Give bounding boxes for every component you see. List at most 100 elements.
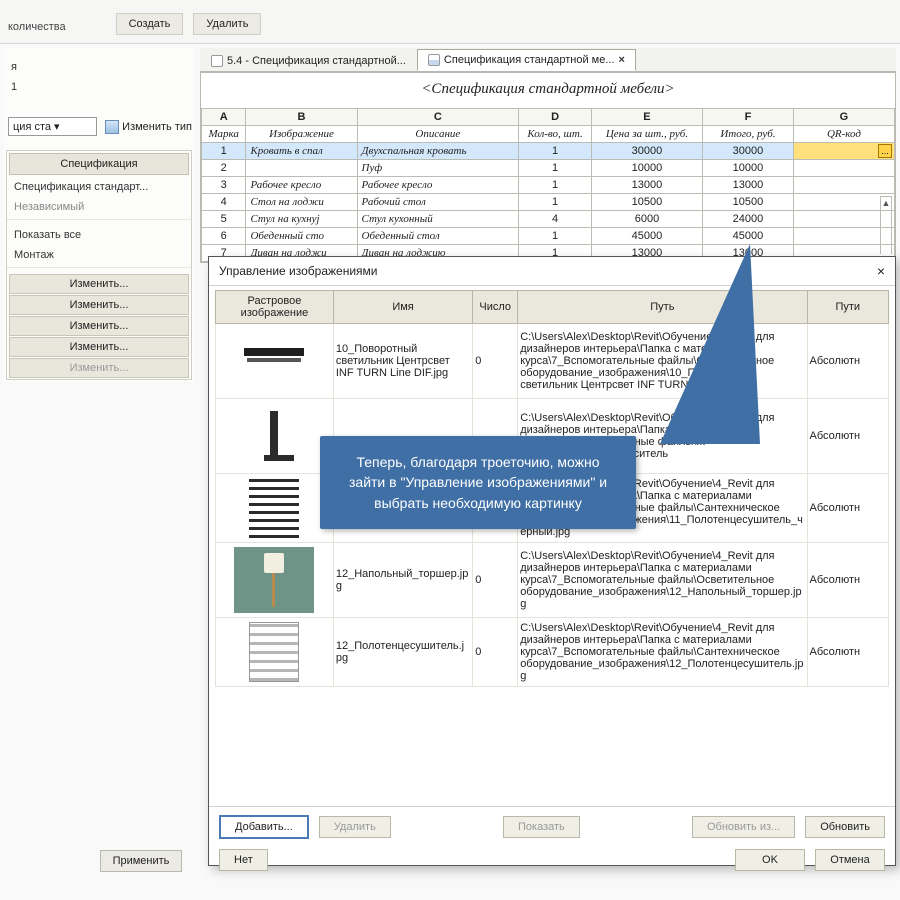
- refresh-from-button: Обновить из...: [692, 816, 795, 838]
- table-cell[interactable]: 13000: [591, 177, 702, 194]
- table-cell[interactable]: 6: [202, 228, 246, 245]
- col-header[interactable]: QR-код: [793, 126, 894, 143]
- table-cell[interactable]: Рабочее кресло: [246, 177, 357, 194]
- table-cell[interactable]: 10500: [703, 194, 794, 211]
- tab-close-icon[interactable]: ×: [619, 54, 625, 66]
- image-row[interactable]: 12_Полотенцесушитель.jpg0C:\Users\Alex\D…: [216, 618, 889, 687]
- table-cell[interactable]: 1: [519, 194, 592, 211]
- table-cell[interactable]: [246, 160, 357, 177]
- dialog-title: Управление изображениями: [219, 264, 378, 278]
- table-cell[interactable]: [793, 160, 894, 177]
- table-row[interactable]: 3Рабочее креслоРабочее кресло11300013000: [202, 177, 895, 194]
- table-cell[interactable]: 30000: [591, 143, 702, 160]
- edit-type-button[interactable]: Изменить тип: [105, 120, 192, 134]
- col-header[interactable]: Цена за шт., руб.: [591, 126, 702, 143]
- table-cell[interactable]: Рабочее кресло: [357, 177, 519, 194]
- image-manager-dialog: Управление изображениями × Растровое изо…: [208, 256, 896, 866]
- table-cell[interactable]: [793, 177, 894, 194]
- table-cell[interactable]: 1: [519, 160, 592, 177]
- table-cell[interactable]: Обеденный сто: [246, 228, 357, 245]
- table-cell[interactable]: 2: [202, 160, 246, 177]
- table-row[interactable]: 5Стул на кухнујСтул кухонный4600024000: [202, 211, 895, 228]
- img-col-header[interactable]: Пути: [807, 291, 888, 324]
- table-cell[interactable]: 1: [519, 228, 592, 245]
- table-cell[interactable]: 45000: [703, 228, 794, 245]
- table-cell[interactable]: 1: [519, 143, 592, 160]
- image-row[interactable]: 10_Поворотный светильник Центрсвет INF T…: [216, 324, 889, 399]
- col-letter[interactable]: F: [703, 109, 794, 126]
- table-cell[interactable]: 4: [202, 194, 246, 211]
- table-cell[interactable]: 10000: [591, 160, 702, 177]
- table-row[interactable]: 1Кровать в спалДвухспальная кровать13000…: [202, 143, 895, 160]
- edit-btn-1[interactable]: Изменить...: [9, 274, 189, 294]
- table-row[interactable]: 4Стол на лоджиРабочий стол11050010500: [202, 194, 895, 211]
- image-row[interactable]: 12_Напольный_торшер.jpg0C:\Users\Alex\De…: [216, 543, 889, 618]
- table-cell[interactable]: ...: [793, 143, 894, 160]
- tab-schedule[interactable]: Спецификация стандартной ме... ×: [417, 49, 636, 71]
- table-cell[interactable]: Пуф: [357, 160, 519, 177]
- table-cell[interactable]: 3: [202, 177, 246, 194]
- table-row[interactable]: 6Обеденный стоОбеденный стол14500045000: [202, 228, 895, 245]
- table-cell[interactable]: 24000: [703, 211, 794, 228]
- table-cell[interactable]: 10000: [703, 160, 794, 177]
- edit-btn-2[interactable]: Изменить...: [9, 295, 189, 315]
- no-button[interactable]: Нет: [219, 849, 268, 871]
- type-dropdown[interactable]: ция ста ▾: [8, 117, 97, 136]
- ellipsis-button[interactable]: ...: [878, 144, 892, 158]
- thumb-cell: [216, 543, 334, 618]
- col-header[interactable]: Кол-во, шт.: [519, 126, 592, 143]
- edit-btn-4[interactable]: Изменить...: [9, 337, 189, 357]
- img-col-header[interactable]: Растровое изображение: [216, 291, 334, 324]
- table-cell[interactable]: Стул кухонный: [357, 211, 519, 228]
- schedule-scrollbar[interactable]: ▲: [880, 196, 892, 254]
- tab-plan[interactable]: 5.4 - Спецификация стандартной...: [200, 50, 417, 71]
- ok-button[interactable]: OK: [735, 849, 805, 871]
- col-header[interactable]: Изображение: [246, 126, 357, 143]
- col-header[interactable]: Итого, руб.: [703, 126, 794, 143]
- col-letter[interactable]: D: [519, 109, 592, 126]
- table-cell[interactable]: 45000: [591, 228, 702, 245]
- show-all[interactable]: Показать все: [7, 225, 191, 245]
- col-header[interactable]: Описание: [357, 126, 519, 143]
- delete-button[interactable]: Удалить: [193, 13, 261, 35]
- table-cell[interactable]: Обеденный стол: [357, 228, 519, 245]
- schedule-table[interactable]: A B C D E F G Марка Изображение Описание…: [201, 108, 895, 262]
- table-cell[interactable]: 1: [202, 143, 246, 160]
- spec-name[interactable]: Спецификация стандарт...: [7, 177, 191, 197]
- scroll-up-icon[interactable]: ▲: [881, 197, 891, 209]
- table-cell[interactable]: Кровать в спал: [246, 143, 357, 160]
- table-cell[interactable]: 10500: [591, 194, 702, 211]
- table-cell[interactable]: Рабочий стол: [357, 194, 519, 211]
- table-cell[interactable]: Стол на лоджи: [246, 194, 357, 211]
- img-col-header[interactable]: Число: [473, 291, 518, 324]
- image-path: C:\Users\Alex\Desktop\Revit\Обучение\4_R…: [518, 543, 807, 618]
- table-cell[interactable]: 13000: [703, 177, 794, 194]
- img-col-header[interactable]: Имя: [333, 291, 472, 324]
- image-count: 0: [473, 324, 518, 399]
- montage[interactable]: Монтаж: [7, 245, 191, 265]
- cancel-button[interactable]: Отмена: [815, 849, 885, 871]
- col-letter[interactable]: B: [246, 109, 357, 126]
- path-type: Абсолютн: [807, 474, 888, 543]
- col-letter[interactable]: C: [357, 109, 519, 126]
- add-button[interactable]: Добавить...: [219, 815, 309, 839]
- table-cell[interactable]: Двухспальная кровать: [357, 143, 519, 160]
- apply-button[interactable]: Применить: [100, 850, 182, 872]
- table-row[interactable]: 2Пуф11000010000: [202, 160, 895, 177]
- table-cell[interactable]: 1: [519, 177, 592, 194]
- table-cell[interactable]: 4: [519, 211, 592, 228]
- col-letter[interactable]: G: [793, 109, 894, 126]
- properties-panel: я 1 ция ста ▾ Изменить тип Спецификация …: [4, 48, 194, 382]
- table-cell[interactable]: 30000: [703, 143, 794, 160]
- refresh-button[interactable]: Обновить: [805, 816, 885, 838]
- dialog-close-icon[interactable]: ×: [877, 263, 885, 279]
- col-header[interactable]: Марка: [202, 126, 246, 143]
- create-button[interactable]: Создать: [116, 13, 184, 35]
- table-cell[interactable]: 6000: [591, 211, 702, 228]
- col-letter[interactable]: E: [591, 109, 702, 126]
- table-cell[interactable]: 5: [202, 211, 246, 228]
- spec-header: Спецификация: [9, 153, 189, 175]
- edit-btn-3[interactable]: Изменить...: [9, 316, 189, 336]
- col-letter[interactable]: A: [202, 109, 246, 126]
- table-cell[interactable]: Стул на кухнуј: [246, 211, 357, 228]
